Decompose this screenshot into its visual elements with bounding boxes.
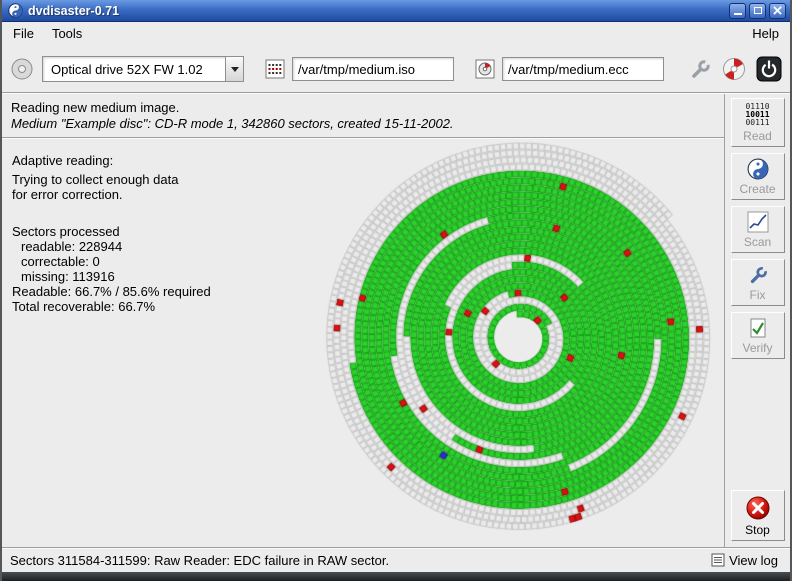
drive-icon (10, 57, 34, 81)
statusbar: Sectors 311584-311599: Raw Reader: EDC f… (2, 547, 790, 572)
read-button-label: Read (743, 129, 772, 143)
content: Reading new medium image. Medium "Exampl… (2, 94, 790, 547)
drive-select[interactable]: Optical drive 52X FW 1.02 (42, 56, 244, 82)
menu-file[interactable]: File (4, 22, 43, 46)
binary-read-icon: 01110 10011 00111 (745, 103, 769, 127)
titlebar[interactable]: dvdisaster-0.71 (2, 0, 790, 22)
status-header: Reading new medium image. Medium "Exampl… (2, 94, 724, 137)
create-button[interactable]: Create (731, 153, 785, 200)
menu-tools[interactable]: Tools (43, 22, 91, 46)
preferences-button[interactable] (688, 57, 712, 81)
stop-button[interactable]: Stop (731, 490, 785, 541)
mode-desc-line2: for error correction. (12, 187, 211, 202)
yin-yang-icon (747, 158, 769, 180)
iso-path-input[interactable] (292, 57, 454, 81)
sectors-missing: missing: 113916 (12, 269, 211, 284)
ecc-file-icon (474, 58, 496, 80)
verify-button[interactable]: Verify (731, 312, 785, 359)
wrench-icon (688, 57, 712, 81)
scan-button-label: Scan (744, 235, 771, 249)
sidebar: 01110 10011 00111 Read Create (724, 94, 790, 547)
view-log-button[interactable]: View log (707, 552, 782, 569)
cd-disc-icon (722, 57, 746, 81)
app-icon (8, 3, 23, 18)
menubar: File Tools Help (2, 22, 790, 46)
recoverable-summary: Total recoverable: 66.7% (12, 299, 211, 314)
workarea: Adaptive reading: Trying to collect enou… (2, 139, 724, 547)
verify-check-icon (747, 317, 769, 339)
window-title: dvdisaster-0.71 (28, 4, 726, 18)
stop-icon (745, 495, 771, 521)
minimize-icon (734, 13, 742, 15)
ecc-path-input[interactable] (502, 57, 664, 81)
status-header-line1: Reading new medium image. (11, 100, 715, 116)
power-icon (756, 56, 782, 82)
view-log-label: View log (729, 553, 778, 568)
iso-file-icon (264, 58, 286, 80)
sector-spiral-visualization (320, 139, 720, 539)
main-panel: Reading new medium image. Medium "Exampl… (2, 94, 724, 547)
mode-title: Adaptive reading: (12, 153, 211, 168)
maximize-button[interactable] (749, 3, 766, 19)
medium-info-button[interactable] (722, 57, 746, 81)
minimize-button[interactable] (729, 3, 746, 19)
close-icon (773, 6, 782, 15)
drive-select-value: Optical drive 52X FW 1.02 (43, 57, 225, 81)
create-button-label: Create (739, 182, 775, 196)
fix-button-label: Fix (750, 288, 766, 302)
readable-summary: Readable: 66.7% / 85.6% required (12, 284, 211, 299)
read-button[interactable]: 01110 10011 00111 Read (731, 98, 785, 147)
fix-wrench-icon (747, 264, 769, 286)
stop-button-label: Stop (745, 523, 770, 537)
fix-button[interactable]: Fix (731, 259, 785, 306)
menu-spacer (91, 22, 743, 46)
status-header-line2: Medium "Example disc": CD-R mode 1, 3428… (11, 116, 715, 132)
sectors-readable: readable: 228944 (12, 239, 211, 254)
status-message: Sectors 311584-311599: Raw Reader: EDC f… (10, 553, 707, 568)
quit-button[interactable] (756, 56, 782, 82)
scan-chart-icon (747, 211, 769, 233)
app-window: dvdisaster-0.71 File Tools Help Optical … (0, 0, 792, 581)
menu-help[interactable]: Help (743, 22, 788, 46)
close-button[interactable] (769, 3, 786, 19)
chevron-down-icon[interactable] (225, 57, 243, 81)
sectors-correctable: correctable: 0 (12, 254, 211, 269)
mode-desc-line1: Trying to collect enough data (12, 172, 211, 187)
scan-button[interactable]: Scan (731, 206, 785, 253)
verify-button-label: Verify (742, 341, 772, 355)
toolbar: Optical drive 52X FW 1.02 (2, 46, 790, 92)
info-panel: Adaptive reading: Trying to collect enou… (12, 153, 211, 314)
maximize-icon (754, 7, 762, 14)
log-list-icon (711, 553, 725, 567)
sectors-title: Sectors processed (12, 224, 211, 239)
window-bottom-border (2, 572, 790, 581)
